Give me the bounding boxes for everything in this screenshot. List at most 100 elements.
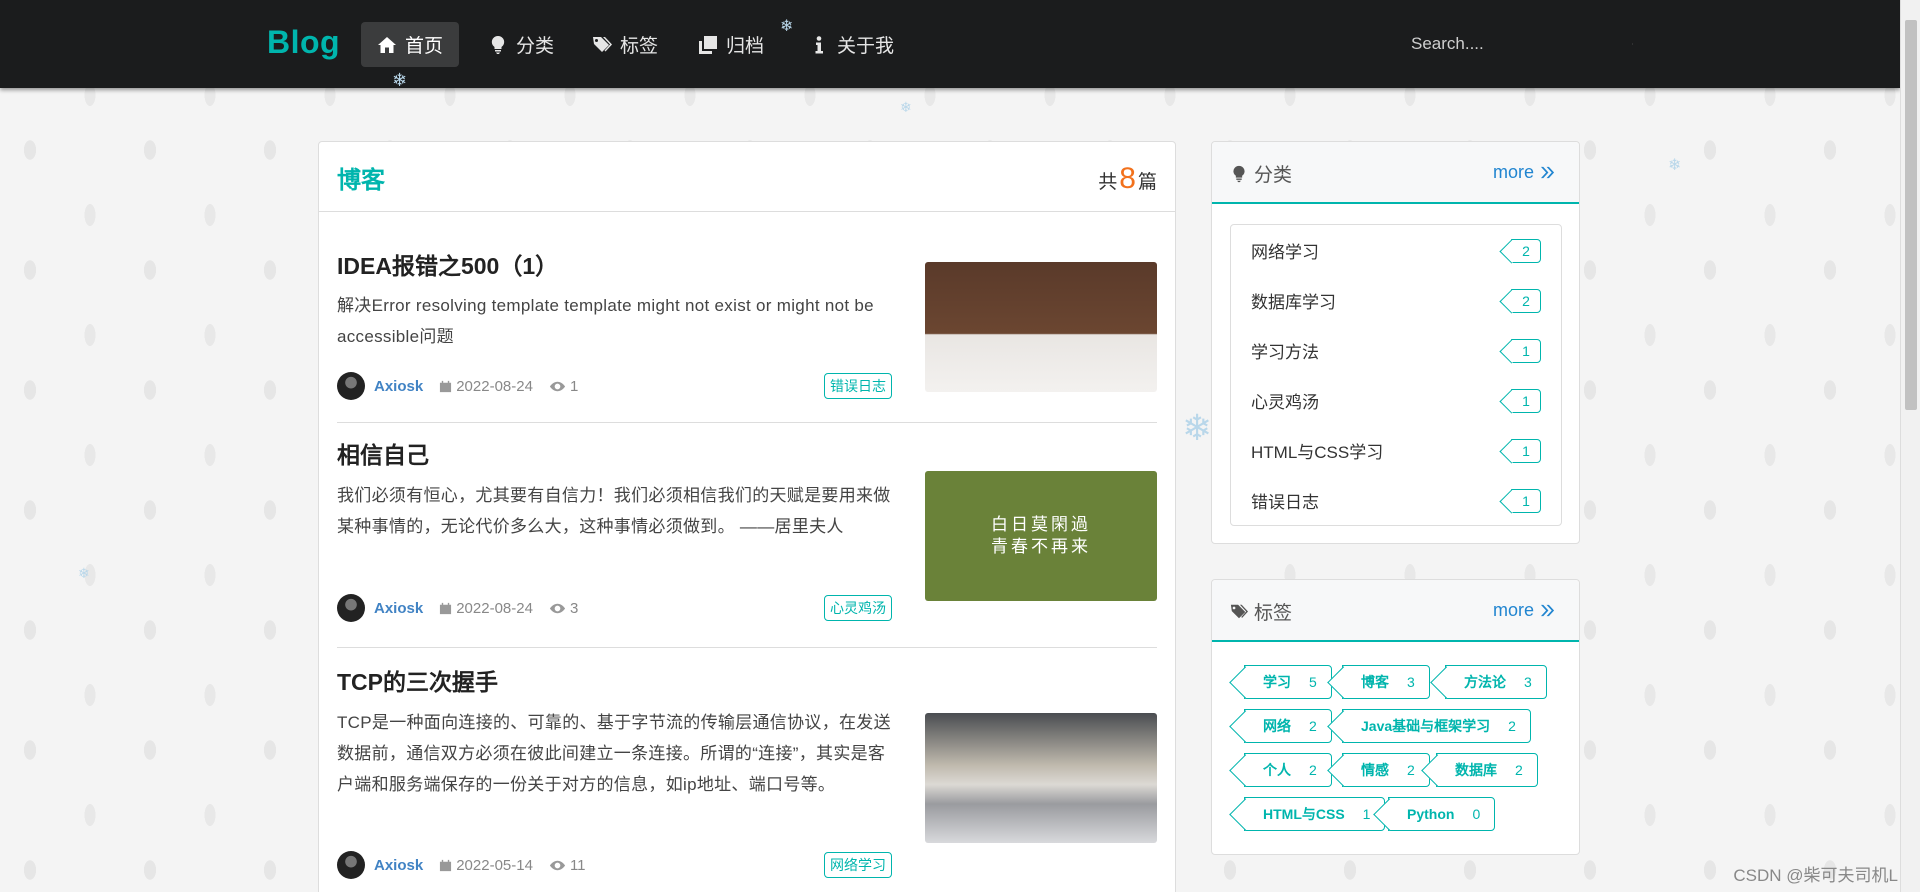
- tags-card: 标签 more 学习 5 博客 3 方法论 3 网络 2 Java基础与框架学习 2 个人…: [1211, 579, 1580, 855]
- category-count: 2: [1511, 289, 1541, 313]
- category-count: 2: [1511, 239, 1541, 263]
- post-category-label[interactable]: 心灵鸡汤: [824, 595, 892, 621]
- tag-item[interactable]: HTML与CSS 1: [1244, 797, 1386, 831]
- tag-item[interactable]: 数据库 2: [1436, 753, 1538, 787]
- post-author[interactable]: Axiosk: [374, 378, 423, 395]
- snowflake-icon: ❄: [1668, 155, 1682, 174]
- tag-item[interactable]: 个人 2: [1244, 753, 1332, 787]
- post-views: 11: [549, 857, 586, 874]
- post-meta: Axiosk 2022-08-24 1 错误日志: [337, 372, 892, 400]
- thumbnail-text: 青春不再来: [991, 537, 1091, 557]
- post-author[interactable]: Axiosk: [374, 600, 423, 617]
- nav-label: 首页: [405, 36, 444, 57]
- tag-item[interactable]: 学习 5: [1244, 665, 1332, 699]
- tags-header: 标签 more: [1212, 580, 1579, 642]
- calendar-icon: [440, 602, 452, 614]
- top-navbar: Blog 首页 分类 标签 归档 关于我: [0, 0, 1900, 88]
- tag-item[interactable]: Python 0: [1388, 797, 1496, 831]
- post-category-label[interactable]: 错误日志: [824, 373, 892, 399]
- clone-icon: [699, 35, 717, 54]
- info-icon: [815, 35, 823, 53]
- tags-icon: [1230, 604, 1248, 618]
- lightbulb-icon: [1233, 165, 1245, 182]
- post-date: 2022-08-24: [439, 600, 533, 617]
- categories-header: 分类 more: [1212, 142, 1579, 204]
- categories-card: 分类 more 网络学习 2 数据库学习 2 学习方法 1 心灵鸡汤 1 HTML与CS…: [1211, 141, 1580, 544]
- post-item: TCP的三次握手 TCP是一种面向连接的、可靠的、基于字节流的传输层通信协议，在…: [337, 649, 1157, 892]
- category-list: 网络学习 2 数据库学习 2 学习方法 1 心灵鸡汤 1 HTML与CSS学习 1 错误日…: [1230, 224, 1562, 526]
- post-views: 1: [549, 378, 578, 395]
- category-item[interactable]: 学习方法 1: [1231, 325, 1561, 375]
- page-scrollbar[interactable]: [1900, 0, 1920, 892]
- categories-title: 分类: [1230, 160, 1292, 187]
- post-thumbnail[interactable]: [925, 262, 1157, 392]
- calendar-icon: [440, 859, 452, 871]
- blog-list-title: 博客: [337, 167, 385, 194]
- nav-label: 标签: [620, 36, 659, 57]
- nav-item-tags[interactable]: 标签: [576, 22, 674, 67]
- category-item[interactable]: 心灵鸡汤 1: [1231, 375, 1561, 425]
- avatar[interactable]: [337, 372, 365, 400]
- double-chevron-right-icon: [1540, 166, 1555, 179]
- nav-label: 归档: [726, 36, 765, 57]
- tag-item[interactable]: 方法论 3: [1445, 665, 1547, 699]
- nav-item-about[interactable]: 关于我: [793, 22, 910, 67]
- nav-item-home[interactable]: 首页: [361, 22, 460, 67]
- snowflake-icon: ❄: [900, 100, 912, 116]
- tags-icon: [593, 36, 612, 52]
- post-description: TCP是一种面向连接的、可靠的、基于字节流的传输层通信协议，在发送数据前，通信双…: [337, 713, 891, 794]
- avatar[interactable]: [337, 851, 365, 879]
- snowflake-icon: ❄: [1182, 408, 1213, 449]
- post-title[interactable]: TCP的三次握手: [337, 663, 498, 697]
- double-chevron-right-icon: [1540, 604, 1555, 617]
- category-item[interactable]: 网络学习 2: [1231, 225, 1561, 275]
- category-item[interactable]: 错误日志 1: [1231, 475, 1561, 525]
- tag-item[interactable]: 情感 2: [1342, 753, 1430, 787]
- post-count: 共8 篇: [1098, 162, 1157, 195]
- post-views: 3: [549, 600, 578, 617]
- blog-list-header: 博客 共8 篇: [319, 142, 1175, 212]
- eye-icon: [549, 381, 565, 391]
- post-category-label[interactable]: 网络学习: [824, 852, 892, 878]
- calendar-icon: [440, 380, 452, 392]
- nav-item-categories[interactable]: 分类: [472, 22, 570, 67]
- tag-item[interactable]: 网络 2: [1244, 709, 1332, 743]
- eye-icon: [549, 603, 565, 613]
- category-item[interactable]: 数据库学习 2: [1231, 275, 1561, 325]
- post-item: 相信自己 我们必须有恒心，尤其要有自信力！我们必须相信我们的天赋是要用来做某种事…: [337, 424, 1157, 648]
- search-input[interactable]: [1395, 34, 1632, 54]
- post-author[interactable]: Axiosk: [374, 857, 423, 874]
- tags-more-link[interactable]: more: [1493, 600, 1555, 621]
- nav-label: 关于我: [837, 36, 895, 57]
- post-title[interactable]: 相信自己: [337, 436, 429, 470]
- nav-item-archive[interactable]: 归档: [682, 22, 780, 67]
- home-icon: [378, 36, 396, 53]
- search-icon[interactable]: [1632, 34, 1633, 54]
- category-count: 1: [1511, 339, 1541, 363]
- post-description: 解决Error resolving template template migh…: [337, 296, 874, 346]
- post-title[interactable]: IDEA报错之500（1）: [337, 247, 558, 281]
- avatar[interactable]: [337, 594, 365, 622]
- watermark: CSDN @柴可夫司机L: [1733, 866, 1898, 885]
- post-date: 2022-05-14: [439, 857, 533, 874]
- category-count: 1: [1511, 489, 1541, 513]
- post-item: IDEA报错之500（1） 解决Error resolving template…: [337, 213, 1157, 423]
- tag-item[interactable]: 博客 3: [1342, 665, 1430, 699]
- snowflake-icon: ❄: [78, 566, 90, 582]
- snowflake-icon: ❄: [780, 16, 794, 35]
- blog-list-card: 博客 共8 篇 IDEA报错之500（1） 解决Error resolving t…: [318, 141, 1176, 892]
- post-date: 2022-08-24: [439, 378, 533, 395]
- categories-more-link[interactable]: more: [1493, 162, 1555, 183]
- post-meta: Axiosk 2022-05-14 11 网络学习: [337, 851, 892, 879]
- post-thumbnail[interactable]: [925, 713, 1157, 843]
- scrollbar-thumb[interactable]: [1905, 20, 1917, 410]
- search-box: [1395, 26, 1645, 62]
- post-thumbnail[interactable]: 白日莫閑過 青春不再来: [925, 471, 1157, 601]
- category-count: 1: [1511, 439, 1541, 463]
- tags-title: 标签: [1230, 598, 1292, 625]
- snowflake-icon: ❄: [392, 70, 408, 91]
- category-item[interactable]: HTML与CSS学习 1: [1231, 425, 1561, 475]
- tag-item[interactable]: Java基础与框架学习 2: [1342, 709, 1531, 743]
- brand-logo[interactable]: Blog: [267, 24, 340, 61]
- lightbulb-icon: [491, 35, 505, 54]
